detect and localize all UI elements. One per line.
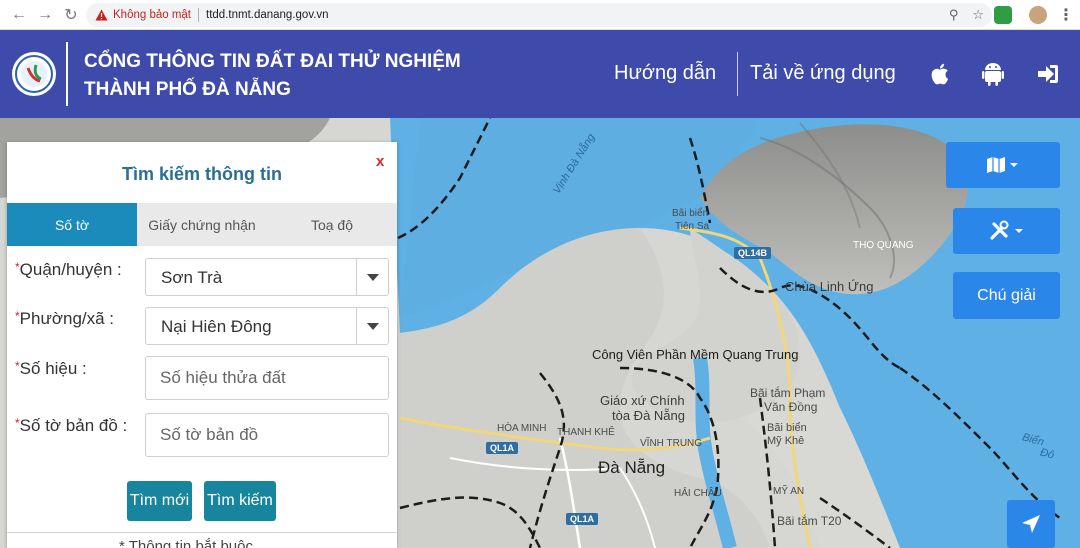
map-label-pham-van-dong-2: Văn Đồng (764, 400, 818, 414)
address-divider (198, 8, 200, 22)
map-label-thanh-khe: THANH KHÊ (557, 427, 615, 438)
map-label-tien-sa-1: Bãi biển (672, 208, 709, 219)
road-badge-ql1a: QL1A (486, 442, 519, 454)
district-label: *Quận/huyện : (15, 260, 122, 280)
login-icon[interactable] (1036, 62, 1060, 86)
district-select-value: Sơn Trà (161, 268, 223, 287)
map-label-park: Công Viên Phần Mềm Quang Trung (592, 347, 799, 362)
map-sheet-input[interactable] (145, 413, 389, 457)
parcel-number-input[interactable] (145, 356, 389, 400)
parcel-label-text: Số hiệu : (19, 359, 87, 378)
required-note: * Thông tin bắt buộc (119, 538, 253, 548)
warning-icon (94, 8, 108, 22)
map-label-my-khe-1: Bãi biển (767, 422, 807, 434)
map-label-my-an: MỸ AN (773, 486, 805, 497)
district-label-text: Quận/huyện : (19, 260, 122, 279)
security-status[interactable]: Không bảo mật (113, 9, 191, 21)
url-text[interactable]: ttdd.tnmt.danang.gov.vn (206, 9, 329, 21)
address-bar[interactable]: Không bảo mật ttdd.tnmt.danang.gov.vn ⚲ … (86, 3, 992, 27)
chevron-down-icon[interactable] (356, 259, 388, 295)
apple-icon[interactable] (929, 62, 953, 86)
nav-divider (737, 52, 738, 96)
extension-icon[interactable] (994, 6, 1012, 24)
forward-icon[interactable]: → (34, 4, 56, 26)
nav-guide-link[interactable]: Hướng dẫn (614, 62, 716, 85)
ward-label: *Phường/xã : (15, 309, 114, 329)
parcel-label: *Số hiệu : (15, 359, 87, 379)
chevron-down-icon[interactable] (356, 308, 388, 344)
ward-select[interactable]: Nại Hiên Đông (145, 307, 389, 345)
district-select[interactable]: Sơn Trà (145, 258, 389, 296)
site-header: CỔNG THÔNG TIN ĐẤT ĐAI THỬ NGHIỆM THÀNH … (0, 30, 1080, 118)
reset-search-button[interactable]: Tìm mới (127, 481, 192, 521)
tools-dropdown-button[interactable] (953, 208, 1060, 254)
android-icon[interactable] (981, 62, 1005, 86)
ward-label-text: Phường/xã : (19, 309, 115, 328)
bookmark-star-icon[interactable]: ☆ (972, 7, 984, 23)
basemap-dropdown-button[interactable] (946, 142, 1060, 188)
map-label-vinh-trung: VĨNH TRUNG (640, 438, 703, 449)
legend-button[interactable]: Chú giải (953, 272, 1060, 319)
tools-icon (989, 220, 1023, 240)
profile-avatar[interactable] (1029, 6, 1047, 24)
map-label-church-2: tòa Đà Nẵng (612, 408, 685, 423)
map-label-chua-linh-ung: Chùa Linh Ứng (785, 279, 874, 294)
map-label-tien-sa-2: Tiên Sa (675, 221, 710, 232)
tab-giay-chung-nhan[interactable]: Giấy chứng nhận (137, 203, 267, 246)
tab-so-to[interactable]: Số tờ (7, 203, 137, 246)
map-label-bai-tam-t20: Bãi tắm T20 (777, 514, 842, 528)
zoom-icon[interactable]: ⚲ (949, 7, 959, 23)
site-title: CỔNG THÔNG TIN ĐẤT ĐAI THỬ NGHIỆM THÀNH … (84, 48, 461, 104)
reload-icon[interactable]: ↻ (60, 4, 82, 26)
site-title-line2: THÀNH PHỐ ĐÀ NẴNG (84, 79, 291, 100)
sheet-label-text: Số tờ bản đồ : (19, 416, 128, 435)
tab-toa-do[interactable]: Toạ độ (267, 203, 397, 246)
search-panel: Tìm kiếm thông tin x Số tờ Giấy chứng nh… (7, 142, 397, 548)
locate-button[interactable] (1007, 500, 1055, 548)
sheet-label: *Số tờ bản đồ : (15, 416, 127, 436)
map-label-hoa-minh: HÒA MINH (497, 423, 547, 434)
map-label-tho-quang: THỌ QUANG (853, 240, 914, 251)
map-label-hai-chau: HẢI CHÂU (674, 488, 722, 499)
map-label-my-khe-2: Mỹ Khê (767, 435, 805, 447)
nav-download-link[interactable]: Tải về ứng dụng (750, 62, 896, 85)
search-tabs: Số tờ Giấy chứng nhận Toạ độ (7, 203, 397, 246)
road-badge-ql1a: QL1A (566, 513, 599, 525)
navigation-arrow-icon (1022, 515, 1040, 533)
map-label-church-1: Giáo xứ Chính (600, 393, 685, 408)
road-badge-ql14b: QL14B (734, 247, 772, 259)
browser-menu-icon[interactable]: ⋮ (1058, 5, 1074, 25)
site-title-line1: CỔNG THÔNG TIN ĐẤT ĐAI THỬ NGHIỆM (84, 51, 461, 72)
panel-title: Tìm kiếm thông tin (122, 164, 282, 184)
logo-divider (66, 42, 68, 106)
site-logo[interactable] (12, 52, 56, 96)
map-label-pham-van-dong-1: Bãi tắm Phạm (750, 386, 826, 400)
close-panel-button[interactable]: x (376, 153, 384, 170)
map-icon (987, 157, 1018, 173)
search-button[interactable]: Tìm kiếm (204, 481, 276, 521)
browser-toolbar: ← → ↻ Không bảo mật ttdd.tnmt.danang.gov… (0, 0, 1080, 30)
ward-select-value: Nại Hiên Đông (161, 317, 272, 336)
map-label-da-nang: Đà Nẵng (598, 458, 666, 477)
back-icon[interactable]: ← (8, 4, 30, 26)
